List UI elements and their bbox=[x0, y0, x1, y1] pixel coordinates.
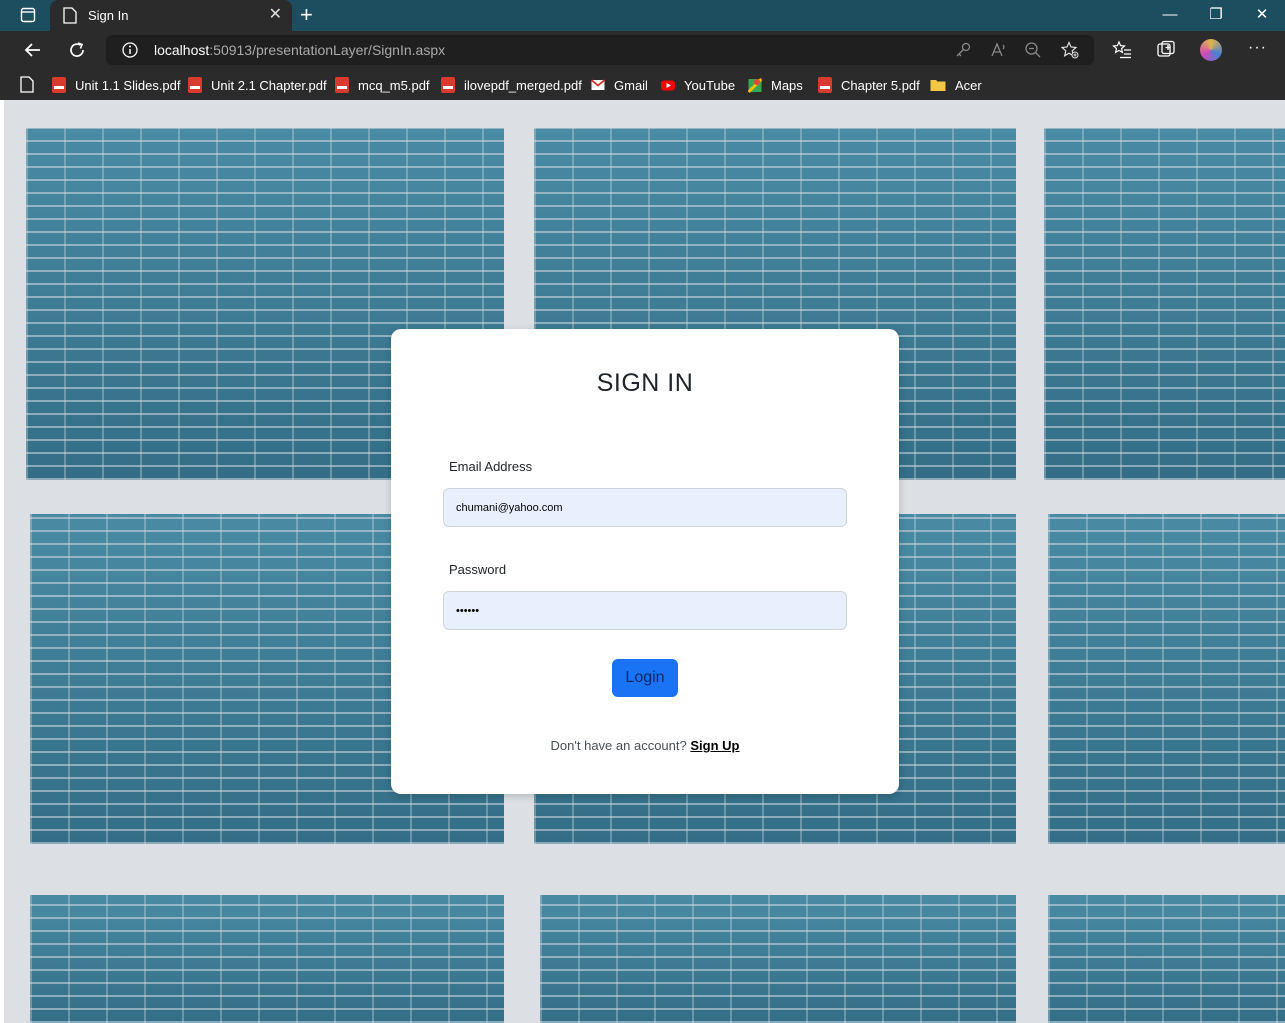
brick-panel bbox=[1048, 514, 1285, 844]
bookmark-ilovepdf-merged[interactable]: ilovepdf_merged.pdf bbox=[441, 75, 582, 95]
email-field[interactable] bbox=[443, 488, 847, 527]
zoom-out-icon[interactable] bbox=[1024, 41, 1042, 59]
url-text[interactable]: localhost:50913/presentationLayer/SignIn… bbox=[154, 42, 445, 58]
key-icon[interactable] bbox=[954, 41, 972, 59]
tab-close-icon[interactable]: ✕ bbox=[269, 6, 282, 24]
tab-actions-icon[interactable] bbox=[20, 7, 36, 23]
pdf-icon bbox=[441, 77, 455, 93]
add-favorite-icon[interactable] bbox=[1061, 41, 1079, 59]
pdf-icon bbox=[335, 77, 349, 93]
signup-link[interactable]: Sign Up bbox=[690, 738, 739, 753]
browser-tab[interactable]: Sign In ✕ bbox=[50, 0, 292, 31]
signup-prompt-text: Don't have an account? bbox=[550, 738, 691, 753]
bookmark-mcq-m5[interactable]: mcq_m5.pdf bbox=[335, 75, 430, 95]
pdf-icon bbox=[52, 77, 66, 93]
bookmark-label: Gmail bbox=[614, 77, 648, 93]
bookmark-label: Unit 1.1 Slides.pdf bbox=[75, 77, 181, 93]
info-icon[interactable] bbox=[122, 42, 138, 58]
brick-panel bbox=[30, 895, 504, 1023]
login-button[interactable]: Login bbox=[612, 659, 678, 697]
gmail-icon bbox=[591, 79, 605, 90]
page-icon bbox=[63, 7, 77, 24]
youtube-icon bbox=[661, 80, 675, 91]
brick-panel bbox=[540, 895, 1016, 1023]
password-label: Password bbox=[449, 562, 507, 577]
maps-icon bbox=[748, 77, 762, 93]
bookmark-gmail[interactable]: Gmail bbox=[591, 75, 648, 95]
new-tab-button[interactable]: + bbox=[300, 3, 313, 27]
browser-toolbar: localhost:50913/presentationLayer/SignIn… bbox=[0, 31, 1285, 69]
refresh-icon[interactable] bbox=[67, 40, 87, 60]
bookmark-folder-acer[interactable]: Acer bbox=[930, 75, 982, 95]
url-path: :50913/presentationLayer/SignIn.aspx bbox=[209, 42, 446, 58]
title-bar: Sign In ✕ + — ❐ ✕ bbox=[0, 0, 1285, 31]
collections-icon[interactable] bbox=[1156, 40, 1176, 60]
bookmark-maps[interactable]: Maps bbox=[748, 75, 803, 95]
restore-button[interactable]: ❐ bbox=[1206, 5, 1226, 25]
pdf-icon bbox=[818, 77, 832, 93]
bookmark-label: YouTube bbox=[684, 77, 736, 93]
tab-title: Sign In bbox=[88, 8, 129, 23]
back-icon[interactable] bbox=[23, 40, 43, 60]
bookmark-chapter-5[interactable]: Chapter 5.pdf bbox=[818, 75, 920, 95]
bookmark-unit-2-1-chapter[interactable]: Unit 2.1 Chapter.pdf bbox=[188, 75, 327, 95]
signin-card: SIGN IN Email Address Password Login Don… bbox=[391, 329, 899, 794]
brick-panel bbox=[1044, 128, 1285, 480]
bookmark-unit-1-1-slides[interactable]: Unit 1.1 Slides.pdf bbox=[52, 75, 181, 95]
bookmark-label: Maps bbox=[771, 77, 803, 93]
minimize-button[interactable]: — bbox=[1160, 5, 1180, 25]
bookmarks-bar: Unit 1.1 Slides.pdf Unit 2.1 Chapter.pdf… bbox=[0, 69, 1285, 100]
bookmark-label: ilovepdf_merged.pdf bbox=[464, 77, 582, 93]
folder-icon bbox=[930, 80, 946, 91]
bookmark-label: Acer bbox=[955, 77, 982, 93]
brick-panel bbox=[1048, 895, 1285, 1023]
read-aloud-icon[interactable] bbox=[990, 41, 1008, 59]
profile-avatar[interactable] bbox=[1200, 39, 1222, 61]
bookmark-label: Chapter 5.pdf bbox=[841, 77, 920, 93]
pdf-icon bbox=[188, 77, 202, 93]
bookmark-label: Unit 2.1 Chapter.pdf bbox=[211, 77, 327, 93]
email-label: Email Address bbox=[449, 459, 533, 474]
favorites-icon[interactable] bbox=[1112, 40, 1132, 60]
url-host: localhost bbox=[154, 42, 210, 58]
page-icon[interactable] bbox=[20, 76, 34, 93]
page-title: SIGN IN bbox=[596, 369, 694, 397]
close-window-button[interactable]: ✕ bbox=[1252, 5, 1272, 25]
signup-prompt: Don't have an account? Sign Up bbox=[391, 738, 899, 753]
bookmark-label: mcq_m5.pdf bbox=[358, 77, 430, 93]
password-field[interactable] bbox=[443, 591, 847, 630]
more-menu-icon[interactable]: ··· bbox=[1248, 39, 1267, 57]
bookmark-youtube[interactable]: YouTube bbox=[661, 75, 735, 95]
address-bar[interactable]: localhost:50913/presentationLayer/SignIn… bbox=[106, 35, 1094, 65]
